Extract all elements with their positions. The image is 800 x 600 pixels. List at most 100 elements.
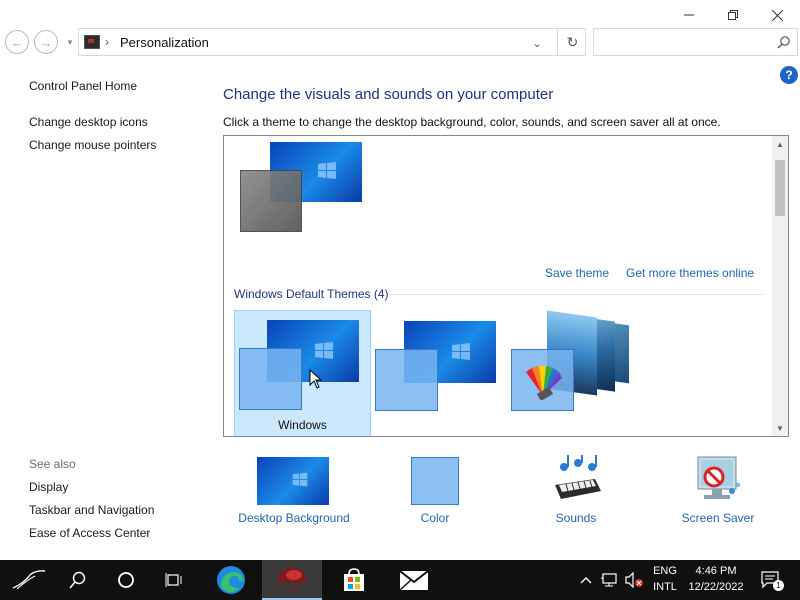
window-color-preview bbox=[239, 348, 302, 410]
vertical-scrollbar[interactable]: ▲ ▼ bbox=[772, 136, 788, 436]
mouse-cursor-icon bbox=[309, 369, 323, 389]
start-icon bbox=[12, 570, 46, 590]
sounds-icon bbox=[555, 455, 601, 499]
refresh-icon: ↻ bbox=[566, 33, 579, 50]
screen-saver-option[interactable]: Screen Saver bbox=[680, 455, 756, 525]
desktop-background-label: Desktop Background bbox=[238, 511, 350, 525]
arrow-left-icon: ← bbox=[10, 34, 24, 50]
theme-flowers[interactable] bbox=[509, 310, 639, 420]
windows-logo-icon bbox=[452, 343, 470, 360]
clock-date: 12/22/2022 bbox=[688, 581, 744, 593]
volume-muted-icon bbox=[625, 572, 643, 588]
address-dropdown-button[interactable]: ⌄ bbox=[527, 33, 547, 53]
store-icon bbox=[344, 568, 364, 591]
restore-button[interactable] bbox=[710, 0, 756, 30]
navigation-bar: ← → ▾ › Personalization ⌄ ↻ bbox=[0, 28, 800, 58]
clock-button[interactable]: 4:46 PM 12/22/2022 bbox=[684, 560, 748, 600]
color-option[interactable]: Color bbox=[400, 455, 470, 525]
notification-badge: 1 bbox=[773, 580, 784, 591]
search-box[interactable] bbox=[593, 28, 798, 56]
sounds-option[interactable]: Sounds bbox=[545, 455, 607, 525]
save-theme-link[interactable]: Save theme bbox=[545, 266, 609, 280]
action-center-button[interactable]: 1 bbox=[756, 560, 786, 600]
task-view-icon bbox=[165, 573, 182, 587]
page-description: Click a theme to change the desktop back… bbox=[223, 115, 721, 129]
color-palette-icon bbox=[526, 366, 562, 400]
personalization-icon bbox=[84, 35, 100, 49]
network-icon bbox=[601, 573, 617, 587]
personalization-taskbar-button[interactable] bbox=[262, 560, 322, 600]
network-button[interactable] bbox=[598, 560, 622, 600]
control-panel-home-link[interactable]: Control Panel Home bbox=[29, 79, 137, 93]
search-input[interactable] bbox=[598, 32, 768, 52]
task-view-button[interactable] bbox=[154, 560, 194, 600]
mail-button[interactable] bbox=[390, 560, 438, 600]
screen-saver-icon bbox=[697, 456, 740, 499]
chevron-up-icon bbox=[580, 577, 592, 584]
search-icon bbox=[69, 571, 86, 589]
scroll-up-button[interactable]: ▲ bbox=[772, 136, 788, 152]
windows-logo-icon bbox=[315, 342, 333, 359]
forward-button[interactable]: → bbox=[34, 30, 58, 54]
clock-time: 4:46 PM bbox=[695, 565, 737, 577]
close-button[interactable] bbox=[754, 0, 800, 30]
start-button[interactable] bbox=[0, 560, 58, 600]
change-desktop-icons-link[interactable]: Change desktop icons bbox=[29, 115, 148, 129]
window-color-preview bbox=[375, 349, 438, 411]
ease-of-access-link[interactable]: Ease of Access Center bbox=[29, 526, 150, 540]
scroll-thumb[interactable] bbox=[775, 160, 785, 216]
address-bar[interactable]: › Personalization ⌄ ↻ bbox=[78, 28, 586, 56]
arrow-right-icon: → bbox=[39, 34, 53, 50]
sounds-label: Sounds bbox=[555, 511, 597, 525]
current-theme-thumbnail[interactable] bbox=[238, 142, 362, 232]
chevron-down-icon: ▼ bbox=[776, 423, 784, 433]
restore-icon bbox=[728, 10, 738, 20]
minimize-button[interactable] bbox=[666, 0, 712, 30]
scroll-down-button[interactable]: ▼ bbox=[772, 420, 788, 436]
display-link[interactable]: Display bbox=[29, 480, 68, 494]
desktop-background-option[interactable]: Desktop Background bbox=[236, 455, 352, 525]
chevron-down-icon: ▾ bbox=[67, 36, 73, 47]
taskbar-navigation-link[interactable]: Taskbar and Navigation bbox=[29, 503, 154, 517]
group-header: Windows Default Themes (4) bbox=[234, 287, 389, 301]
show-hidden-icons-button[interactable] bbox=[576, 560, 596, 600]
color-label: Color bbox=[420, 511, 450, 525]
help-icon[interactable]: ? bbox=[780, 66, 798, 84]
theme-windows-light[interactable] bbox=[374, 310, 504, 420]
edge-icon bbox=[217, 566, 245, 594]
edge-button[interactable] bbox=[207, 560, 255, 600]
see-also-heading: See also bbox=[29, 457, 76, 471]
windows-logo-icon bbox=[292, 472, 308, 487]
search-icon bbox=[777, 36, 790, 49]
change-mouse-pointers-link[interactable]: Change mouse pointers bbox=[29, 138, 156, 152]
theme-name-windows: Windows bbox=[278, 418, 327, 432]
desktop-background-icon bbox=[257, 457, 329, 505]
recent-locations-dropdown[interactable]: ▾ bbox=[64, 34, 76, 50]
get-more-themes-link[interactable]: Get more themes online bbox=[626, 266, 754, 280]
back-button[interactable]: ← bbox=[5, 30, 29, 54]
minimize-icon bbox=[684, 14, 694, 16]
cortana-button[interactable] bbox=[106, 560, 146, 600]
breadcrumb-personalization[interactable]: Personalization bbox=[120, 35, 209, 50]
windows-logo-icon bbox=[318, 162, 336, 179]
personalization-icon bbox=[278, 568, 306, 590]
language-code: ENG bbox=[653, 565, 677, 577]
window-color-preview bbox=[511, 349, 574, 411]
chevron-up-icon: ▲ bbox=[776, 139, 784, 149]
refresh-button[interactable]: ↻ bbox=[557, 29, 587, 55]
breadcrumb-separator: › bbox=[105, 35, 109, 49]
group-divider bbox=[389, 294, 764, 295]
theme-list: Save theme Get more themes online Window… bbox=[223, 135, 789, 437]
keyboard-layout: INTL bbox=[653, 581, 677, 593]
taskbar: ENG INTL 4:46 PM 12/22/2022 1 bbox=[0, 560, 800, 600]
volume-button[interactable] bbox=[622, 560, 646, 600]
taskbar-search-button[interactable] bbox=[58, 560, 98, 600]
store-button[interactable] bbox=[330, 560, 378, 600]
page-title: Change the visuals and sounds on your co… bbox=[223, 86, 554, 103]
color-icon bbox=[411, 457, 459, 505]
close-icon bbox=[771, 9, 783, 21]
window-color-preview bbox=[240, 170, 302, 232]
title-bar bbox=[0, 0, 800, 30]
input-language-button[interactable]: ENG INTL bbox=[648, 560, 682, 600]
chevron-down-icon: ⌄ bbox=[532, 37, 542, 50]
